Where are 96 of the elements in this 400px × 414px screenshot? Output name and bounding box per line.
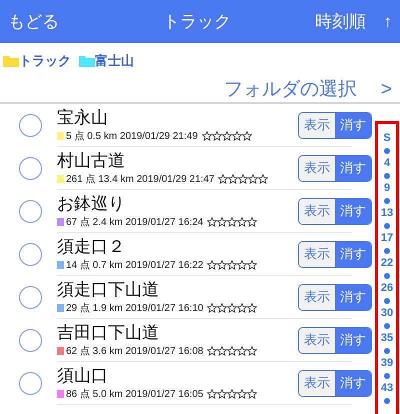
track-name: 須走口下山道 xyxy=(57,278,160,300)
track-name: 村山古道 xyxy=(57,150,126,172)
header-title: トラック xyxy=(162,10,232,33)
index-label[interactable]: 30 xyxy=(380,307,394,320)
track-details: 14 点 0.7 km 2019/01/27 16:22 xyxy=(66,258,204,272)
index-label[interactable]: 17 xyxy=(380,232,394,245)
star-icon xyxy=(247,260,258,270)
index-label[interactable]: 26 xyxy=(380,282,394,295)
star-icon xyxy=(218,174,228,184)
track-details: 67 点 2.4 km 2019/01/27 16:24 xyxy=(66,216,204,230)
track-name: 須走口２ xyxy=(57,236,126,258)
star-icon xyxy=(238,174,248,184)
folder-select-link[interactable]: フォルダの選択 > xyxy=(224,76,392,104)
track-name: 宝永山 xyxy=(57,106,109,128)
index-label[interactable]: 4 xyxy=(384,157,390,170)
star-icon xyxy=(207,303,218,313)
star-icon xyxy=(227,217,238,227)
star-icon xyxy=(217,303,228,313)
breadcrumb-link[interactable]: トラック xyxy=(3,51,71,71)
track-name: お鉢巡り xyxy=(57,192,126,214)
star-icon xyxy=(232,131,242,141)
index-label[interactable]: 22 xyxy=(380,257,394,270)
select-checkbox[interactable] xyxy=(19,114,42,137)
star-icon xyxy=(227,260,238,270)
select-checkbox[interactable] xyxy=(19,329,42,352)
hide-button[interactable]: 消す xyxy=(335,284,371,310)
index-label[interactable]: 35 xyxy=(380,332,394,345)
index-bar[interactable]: S 4 9 13 17 22 26 30 35 39 43 xyxy=(375,121,399,414)
star-icon xyxy=(227,303,238,313)
show-button[interactable]: 表示 xyxy=(299,198,335,224)
star-icon xyxy=(227,389,238,399)
star-icon xyxy=(258,174,268,184)
star-icon xyxy=(217,389,228,399)
sort-direction-button[interactable]: ↑ xyxy=(366,8,392,34)
index-label[interactable]: 9 xyxy=(384,182,390,195)
track-details: 29 点 1.9 km 2019/01/27 16:10 xyxy=(66,302,204,316)
show-button[interactable]: 表示 xyxy=(299,112,335,138)
track-name: 須山口 xyxy=(57,364,109,386)
track-details: 261 点 13.4 km 2019/01/29 21:47 xyxy=(66,172,214,186)
star-icon xyxy=(247,346,258,356)
index-label[interactable]: 13 xyxy=(380,207,394,220)
star-icon xyxy=(247,389,258,399)
star-icon xyxy=(237,260,248,270)
star-icon xyxy=(217,260,228,270)
star-icon xyxy=(237,346,248,356)
star-icon xyxy=(217,217,228,227)
hide-button[interactable]: 消す xyxy=(335,156,371,180)
star-icon xyxy=(227,346,238,356)
select-checkbox[interactable] xyxy=(19,286,42,309)
show-button[interactable]: 表示 xyxy=(299,242,335,266)
show-button[interactable]: 表示 xyxy=(299,370,335,396)
index-label[interactable]: 43 xyxy=(380,382,394,395)
show-button[interactable]: 表示 xyxy=(299,328,335,352)
track-details: 62 点 3.6 km 2019/01/27 16:08 xyxy=(66,344,204,358)
star-rating[interactable] xyxy=(207,303,258,313)
select-checkbox[interactable] xyxy=(19,200,42,223)
star-rating[interactable] xyxy=(218,174,268,184)
hide-button[interactable]: 消す xyxy=(335,112,371,138)
star-icon xyxy=(207,389,218,399)
hide-button[interactable]: 消す xyxy=(335,198,371,224)
star-icon xyxy=(207,260,218,270)
star-rating[interactable] xyxy=(207,217,258,227)
breadcrumb-link[interactable]: 富士山 xyxy=(79,51,134,71)
show-button[interactable]: 表示 xyxy=(299,156,335,180)
back-button[interactable]: もどる xyxy=(8,8,98,34)
select-checkbox[interactable] xyxy=(19,243,42,266)
star-icon xyxy=(228,174,238,184)
hide-button[interactable]: 消す xyxy=(335,370,371,396)
star-rating[interactable] xyxy=(207,389,258,399)
star-icon xyxy=(237,217,248,227)
star-icon xyxy=(207,217,218,227)
index-label[interactable]: S xyxy=(383,132,391,145)
show-button[interactable]: 表示 xyxy=(299,284,335,310)
select-checkbox[interactable] xyxy=(19,157,42,180)
track-details: 5 点 0.5 km 2019/01/29 21:49 xyxy=(66,130,198,144)
star-icon xyxy=(207,346,218,356)
select-checkbox[interactable] xyxy=(19,372,42,395)
hide-button[interactable]: 消す xyxy=(335,242,371,266)
star-icon xyxy=(247,303,258,313)
sort-button[interactable]: 時刻順 xyxy=(296,8,366,34)
star-icon xyxy=(217,346,228,356)
star-rating[interactable] xyxy=(207,346,258,356)
star-icon xyxy=(222,131,232,141)
star-icon xyxy=(237,303,248,313)
star-icon xyxy=(248,174,258,184)
track-name: 吉田口下山道 xyxy=(57,322,160,344)
star-icon xyxy=(242,131,252,141)
star-rating[interactable] xyxy=(202,131,252,141)
index-label[interactable]: 39 xyxy=(380,357,394,370)
track-details: 86 点 5.0 km 2019/01/27 16:05 xyxy=(66,388,204,402)
star-rating[interactable] xyxy=(207,260,258,270)
star-icon xyxy=(202,131,212,141)
star-icon xyxy=(212,131,222,141)
hide-button[interactable]: 消す xyxy=(335,328,371,352)
star-icon xyxy=(237,389,248,399)
star-icon xyxy=(247,217,258,227)
